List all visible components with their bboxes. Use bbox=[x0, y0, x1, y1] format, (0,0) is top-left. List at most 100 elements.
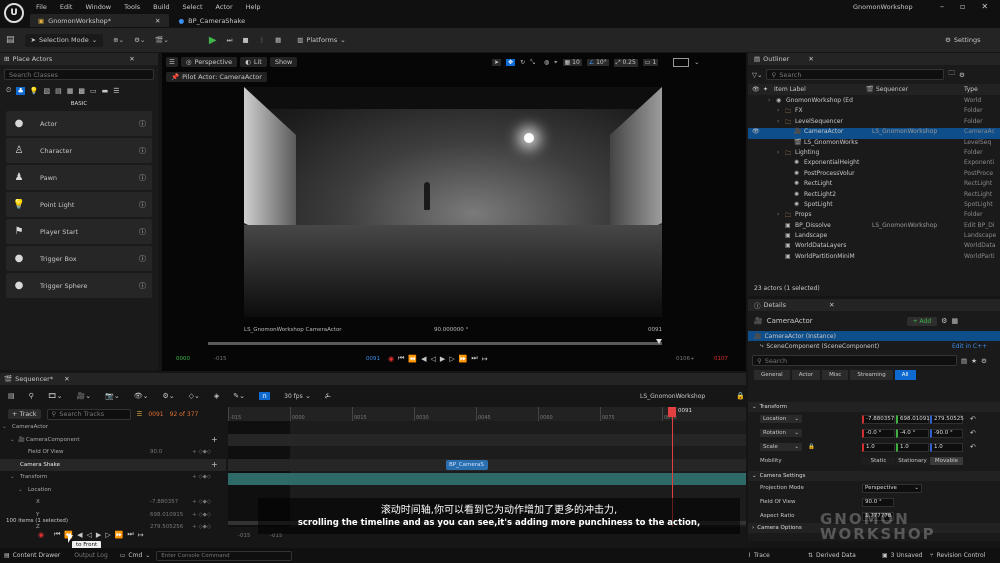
rotation-z-input[interactable]: -90.0 ° bbox=[930, 428, 963, 438]
outliner-row[interactable]: › 🗀 Lighting Folder bbox=[748, 149, 1000, 159]
tab-level[interactable]: ▣ GnomonWorkshop* ✕ bbox=[30, 14, 169, 27]
step-back-icon[interactable]: ◀ bbox=[77, 531, 82, 539]
details-search-input[interactable]: ⚲ Search bbox=[752, 355, 957, 366]
chevron-down-icon[interactable]: ⌄ bbox=[694, 59, 699, 66]
menu-actor[interactable]: Actor bbox=[216, 3, 233, 11]
menu-file[interactable]: File bbox=[36, 3, 47, 11]
outliner-row[interactable]: ✺ RectLight2 RectLight bbox=[748, 191, 1000, 201]
track-row[interactable]: ⌄ Location bbox=[0, 484, 226, 497]
blueprint-menu-icon[interactable]: ⚙⌄ bbox=[134, 36, 145, 44]
curve-editor-icon[interactable]: ⍼ bbox=[325, 392, 331, 401]
record-icon[interactable]: ◉ bbox=[38, 531, 44, 539]
outliner-row[interactable]: › ◉ GnomonWorkshop (Ed World bbox=[748, 97, 1000, 107]
outliner-row-type[interactable]: Edit BP_Di bbox=[964, 222, 995, 229]
volumes-icon[interactable]: ▭ bbox=[90, 87, 97, 95]
actor-item[interactable]: ● Trigger Box ⓘ bbox=[6, 246, 152, 271]
tab-close-icon[interactable]: ✕ bbox=[155, 17, 160, 25]
chevron-down-icon[interactable]: ⌄ bbox=[2, 424, 7, 430]
actor-item[interactable]: ♙ Character ⓘ bbox=[6, 138, 152, 163]
table-view-icon[interactable]: ▤ bbox=[961, 357, 967, 365]
track-row[interactable]: Camera Shake + bbox=[0, 458, 226, 471]
outliner-row[interactable]: ▣ WorldPartitionMiniM WorldParti bbox=[748, 253, 1000, 263]
play-icon[interactable]: ▶ bbox=[440, 355, 445, 363]
help-icon[interactable]: ⓘ bbox=[139, 254, 146, 264]
mobility-option[interactable]: Movable bbox=[930, 457, 963, 465]
basic-icon[interactable]: ♣ bbox=[16, 86, 25, 95]
content-drawer-button[interactable]: ▤ Content Drawer bbox=[4, 552, 60, 559]
viewport-menu-button[interactable]: ☰ bbox=[166, 57, 178, 67]
key-icon[interactable]: + ◇◆◇ bbox=[192, 449, 211, 455]
rotation-mode-select[interactable]: Rotation ⌄ bbox=[760, 429, 802, 437]
jump-start-icon[interactable]: ⏮ bbox=[54, 530, 60, 539]
pilot-actor-badge[interactable]: 📌 Pilot Actor: CameraActor bbox=[166, 72, 267, 82]
projection-select[interactable]: Perspective ⌄ bbox=[862, 483, 922, 493]
settings-button[interactable]: ⚙ Settings bbox=[945, 36, 981, 44]
close-icon[interactable]: ✕ bbox=[64, 375, 69, 383]
camera-settings-header[interactable]: ⌄ Camera Settings bbox=[748, 471, 1000, 481]
close-icon[interactable]: ✕ bbox=[829, 301, 834, 309]
camera-speed-icon[interactable]: ▭ 1 bbox=[642, 59, 659, 66]
track-row[interactable]: ⌄ 🎥 CameraComponent + bbox=[0, 434, 226, 447]
mobility-option[interactable]: Static bbox=[862, 457, 895, 465]
rotation-y-input[interactable]: -4.0 ° bbox=[896, 428, 929, 438]
angle-snap-icon[interactable]: ∠ 10° bbox=[586, 59, 609, 66]
step-icon[interactable]: ⏭ bbox=[227, 36, 233, 45]
col-sequencer[interactable]: Sequencer bbox=[876, 86, 908, 93]
all-classes-icon[interactable]: ▬ bbox=[102, 87, 109, 95]
search-classes-input[interactable]: Search Classes bbox=[4, 69, 154, 80]
fov-input[interactable]: 90.0 ° bbox=[862, 497, 894, 507]
stop-icon[interactable]: ■ bbox=[242, 36, 248, 44]
revision-control-button[interactable]: ⑂ Revision Control bbox=[930, 552, 985, 559]
help-icon[interactable]: ⓘ bbox=[139, 200, 146, 210]
magnet-icon[interactable]: ∩ bbox=[259, 392, 271, 400]
filter-icon[interactable]: ☰ bbox=[137, 410, 143, 418]
track-row[interactable]: ⌄ CameraActor bbox=[0, 421, 226, 434]
geometry-icon[interactable]: ▩ bbox=[78, 87, 85, 95]
outliner-search-input[interactable]: ⚲ Search bbox=[766, 69, 945, 80]
close-icon[interactable]: ✕ bbox=[981, 2, 988, 11]
save-icon[interactable]: ▤ bbox=[8, 392, 15, 400]
play-icon[interactable]: ▶ bbox=[209, 35, 217, 46]
outliner-row[interactable]: ▣ BP_Dissolve LS_GnomonWorkshop Edit BP_Di bbox=[748, 222, 1000, 232]
layout-icon[interactable] bbox=[673, 58, 690, 67]
record-icon[interactable]: ◉ bbox=[388, 355, 394, 363]
scale-y-input[interactable]: 1.0 bbox=[896, 442, 929, 452]
scale-mode-select[interactable]: Scale ⌄ bbox=[760, 443, 802, 451]
key-icon[interactable]: + ◇◆◇ bbox=[192, 499, 211, 505]
render-icon[interactable]: 🎥⌄ bbox=[77, 392, 92, 400]
next-key-icon[interactable]: ⏩ bbox=[459, 355, 468, 363]
cinematic-icon[interactable]: ▤ bbox=[55, 87, 62, 95]
more-icon[interactable]: ☰ bbox=[113, 87, 119, 95]
loop-icon[interactable]: ↦ bbox=[138, 531, 144, 539]
actor-item[interactable]: ● Actor ⓘ bbox=[6, 111, 152, 136]
star-icon[interactable]: ★ bbox=[971, 357, 977, 365]
rotation-x-input[interactable]: -0.0 ° bbox=[862, 428, 895, 438]
details-tab-misc[interactable]: Misc bbox=[822, 370, 849, 380]
step-back-icon[interactable]: ◀ bbox=[421, 355, 426, 363]
output-log-button[interactable]: Output Log bbox=[74, 552, 107, 559]
next-key-icon[interactable]: ⏩ bbox=[115, 531, 124, 539]
add-icon[interactable]: + bbox=[211, 435, 218, 444]
chevron-icon[interactable]: › bbox=[777, 211, 779, 218]
outliner-row[interactable]: › 🗀 Props Folder bbox=[748, 211, 1000, 221]
step-forward-icon[interactable]: ▷ bbox=[449, 355, 454, 363]
add-component-button[interactable]: + Add bbox=[906, 316, 938, 326]
translate-icon[interactable]: ✥ bbox=[506, 59, 516, 66]
location-y-input[interactable]: 698.01091 bbox=[896, 414, 930, 424]
add-actor-icon[interactable]: ⊕⌄ bbox=[113, 36, 124, 44]
actor-item[interactable]: 💡 Point Light ⓘ bbox=[6, 192, 152, 217]
menu-window[interactable]: Window bbox=[85, 3, 111, 11]
reset-icon[interactable]: ↶ bbox=[970, 415, 976, 423]
maximize-icon[interactable]: ▫ bbox=[960, 2, 965, 11]
settings-icon[interactable]: ⚙⌄ bbox=[162, 392, 174, 400]
fps-select[interactable]: 30 fps ⌄ bbox=[284, 392, 311, 400]
close-icon[interactable]: ✕ bbox=[808, 55, 813, 63]
lock-icon[interactable]: 🔒 bbox=[808, 444, 815, 450]
jump-end-icon[interactable]: ⏭ bbox=[471, 354, 477, 363]
viewport-scrubber-handle[interactable] bbox=[656, 339, 662, 344]
prev-key-icon[interactable]: ⏪ bbox=[408, 355, 417, 363]
transform-header[interactable]: ⌄ Transform bbox=[748, 402, 1000, 412]
unsaved-button[interactable]: ▣ 3 Unsaved bbox=[882, 552, 922, 559]
outliner-row[interactable]: ✺ SpotLight SpotLight bbox=[748, 201, 1000, 211]
help-icon[interactable]: ⓘ bbox=[139, 119, 146, 129]
